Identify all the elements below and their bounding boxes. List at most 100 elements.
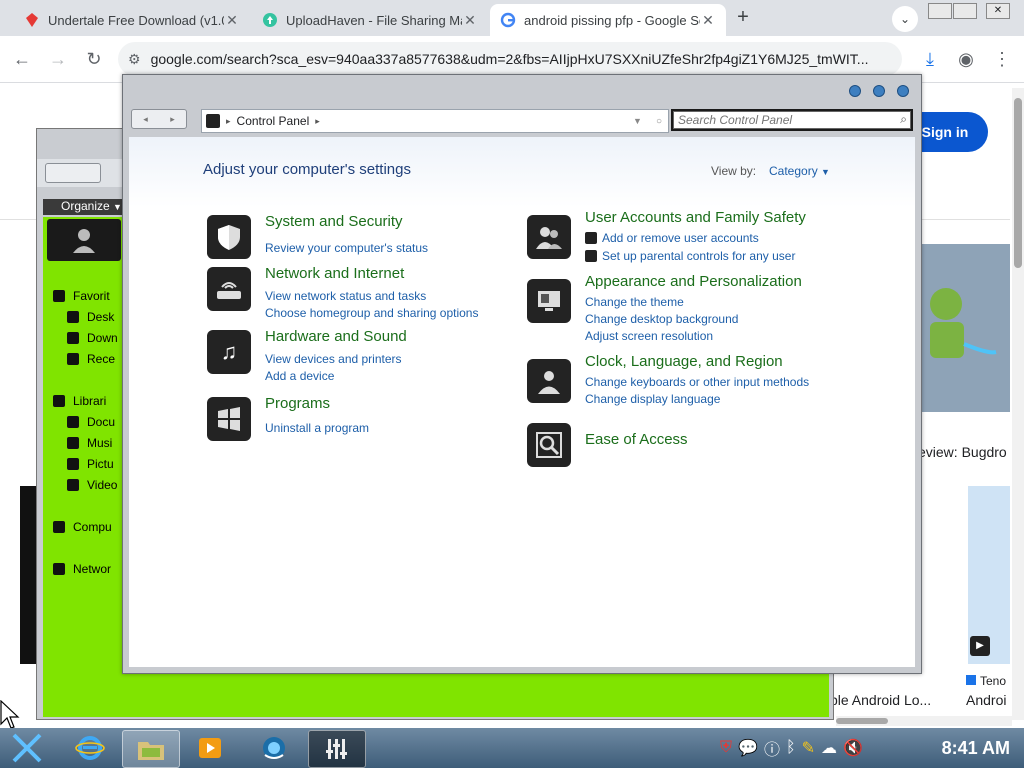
start-button[interactable] <box>2 730 52 766</box>
nav-network[interactable]: Networ <box>53 562 111 576</box>
tab-title: UploadHaven - File Sharing Ma <box>286 12 462 28</box>
breadcrumb-arrow-icon[interactable]: ▸ <box>226 116 231 127</box>
category-link[interactable]: Review your computer's status <box>265 241 428 255</box>
network-globe-icon[interactable] <box>246 730 302 766</box>
nav-desktop[interactable]: Desk <box>67 310 114 324</box>
taskbar-clock[interactable]: 8:41 AM <box>942 728 1010 768</box>
minimize-dot-button[interactable] <box>849 85 861 97</box>
profile-icon[interactable]: ◉ <box>952 45 980 73</box>
volume-muted-icon[interactable]: 🔇 <box>843 738 863 758</box>
category-title[interactable]: User Accounts and Family Safety <box>585 209 806 226</box>
close-tab-icon[interactable]: ✕ <box>462 12 478 29</box>
nav-libraries[interactable]: Librari <box>53 394 106 408</box>
organize-button[interactable]: Organize <box>61 199 110 213</box>
category-link[interactable]: Adjust screen resolution <box>585 329 713 343</box>
category-link[interactable]: Set up parental controls for any user <box>585 249 795 263</box>
internet-explorer-icon[interactable] <box>62 730 118 766</box>
users-icon[interactable] <box>527 215 571 259</box>
tab-search-chevron-icon[interactable]: ⌄ <box>892 6 918 32</box>
breadcrumb-arrow-icon[interactable]: ▸ <box>315 116 320 127</box>
windows-logo-icon[interactable] <box>207 397 251 441</box>
network-router-icon[interactable] <box>207 267 251 311</box>
music-note-icon[interactable]: ♫ <box>207 330 251 374</box>
nav-pictures[interactable]: Pictu <box>67 457 114 471</box>
category-title[interactable]: Clock, Language, and Region <box>585 353 783 370</box>
media-player-icon[interactable] <box>182 730 238 766</box>
control-panel-address-bar[interactable]: ▸ Control Panel ▸ ▼ ○ <box>201 109 669 133</box>
maximize-button[interactable] <box>953 3 977 19</box>
category-link[interactable]: View network status and tasks <box>265 289 426 303</box>
search-icon[interactable]: ⌕ <box>900 112 907 127</box>
system-tray: ⛨ 💬 ⓘ ᛒ ✎ ☁ 🔇 <box>720 728 900 768</box>
bluetooth-icon[interactable]: ᛒ <box>786 739 796 757</box>
close-window-button[interactable]: ✕ <box>986 3 1010 19</box>
control-panel-window[interactable]: ◂▸ ▸ Control Panel ▸ ▼ ○ ⌕ Adjust your c… <box>122 74 922 674</box>
menu-kebab-icon[interactable]: ⋮ <box>988 45 1016 73</box>
result-caption[interactable]: Androi <box>966 692 1006 708</box>
page-scrollbar[interactable] <box>1012 88 1024 720</box>
result-caption[interactable]: eview: Bugdro <box>918 444 1007 460</box>
browser-tab-undertale[interactable]: Undertale Free Download (v1.08 ✕ <box>14 4 250 36</box>
nav-documents[interactable]: Docu <box>67 415 115 429</box>
nav-computer[interactable]: Compu <box>53 520 112 534</box>
chat-bubble-icon[interactable]: 💬 <box>738 738 758 758</box>
network-status-icon[interactable]: ☁ <box>821 738 837 758</box>
category-title[interactable]: Hardware and Sound <box>265 328 407 345</box>
close-dot-button[interactable] <box>897 85 909 97</box>
category-title[interactable]: Appearance and Personalization <box>585 273 802 290</box>
category-title[interactable]: Programs <box>265 395 330 412</box>
reload-icon[interactable]: ↻ <box>80 45 108 73</box>
category-link[interactable]: Change keyboards or other input methods <box>585 375 809 389</box>
search-input[interactable] <box>673 111 911 129</box>
forward-arrow-icon[interactable]: ▸ <box>170 114 175 125</box>
magnifier-icon[interactable] <box>527 423 571 467</box>
address-dropdown-icon[interactable]: ▼ <box>633 116 642 126</box>
image-result[interactable]: ▶ <box>968 486 1010 664</box>
download-icon[interactable]: ⤓ <box>916 45 944 73</box>
view-by-dropdown[interactable]: Category ▼ <box>769 164 830 178</box>
category-link[interactable]: Uninstall a program <box>265 421 369 435</box>
category-link[interactable]: Add a device <box>265 369 334 383</box>
breadcrumb-control-panel[interactable]: Control Panel <box>237 114 310 128</box>
site-info-icon[interactable]: ⚙ <box>128 51 141 68</box>
clock-user-icon[interactable] <box>527 359 571 403</box>
back-arrow-icon[interactable]: ← <box>8 45 36 73</box>
new-tab-button[interactable]: + <box>732 6 754 28</box>
nav-recent[interactable]: Rece <box>67 352 115 366</box>
close-tab-icon[interactable]: ✕ <box>700 12 716 29</box>
category-link[interactable]: View devices and printers <box>265 352 402 366</box>
address-bar[interactable]: ⚙ google.com/search?sca_esv=940aa337a857… <box>118 42 902 76</box>
display-monitor-icon[interactable] <box>527 279 571 323</box>
shield-icon[interactable] <box>207 215 251 259</box>
control-panel-taskbar-button[interactable] <box>308 730 366 768</box>
nav-videos[interactable]: Video <box>67 478 117 492</box>
category-link[interactable]: Change display language <box>585 392 720 406</box>
back-forward-buttons[interactable]: ◂ ▸ <box>131 109 187 129</box>
close-tab-icon[interactable]: ✕ <box>224 12 240 29</box>
minimize-button[interactable] <box>928 3 952 19</box>
nav-favorites[interactable]: Favorit <box>53 289 110 303</box>
category-link[interactable]: Change desktop background <box>585 312 738 326</box>
back-arrow-icon[interactable]: ◂ <box>143 114 148 125</box>
nav-music[interactable]: Musi <box>67 436 112 450</box>
refresh-icon[interactable]: ○ <box>656 116 662 127</box>
paint-icon[interactable]: ✎ <box>802 738 815 758</box>
result-caption[interactable]: ple Android Lo... <box>830 692 931 708</box>
category-link[interactable]: Change the theme <box>585 295 684 309</box>
maximize-dot-button[interactable] <box>873 85 885 97</box>
category-title[interactable]: Ease of Access <box>585 431 688 448</box>
browser-tab-uploadhaven[interactable]: UploadHaven - File Sharing Ma ✕ <box>252 4 488 36</box>
browser-tab-google[interactable]: android pissing pfp - Google Se ✕ <box>490 4 726 36</box>
file-explorer-taskbar-button[interactable] <box>122 730 180 768</box>
security-shield-icon[interactable]: ⛨ <box>720 739 732 757</box>
category-title[interactable]: Network and Internet <box>265 265 404 282</box>
category-link[interactable]: Choose homegroup and sharing options <box>265 306 478 320</box>
category-title[interactable]: System and Security <box>265 213 403 230</box>
horizontal-scrollbar[interactable] <box>836 716 1012 726</box>
nav-downloads[interactable]: Down <box>67 331 118 345</box>
android-image-result[interactable] <box>918 244 1010 412</box>
forward-arrow-icon[interactable]: → <box>44 45 72 73</box>
info-icon[interactable]: ⓘ <box>764 736 780 760</box>
back-forward-buttons[interactable] <box>45 163 101 183</box>
category-link[interactable]: Add or remove user accounts <box>585 231 759 245</box>
